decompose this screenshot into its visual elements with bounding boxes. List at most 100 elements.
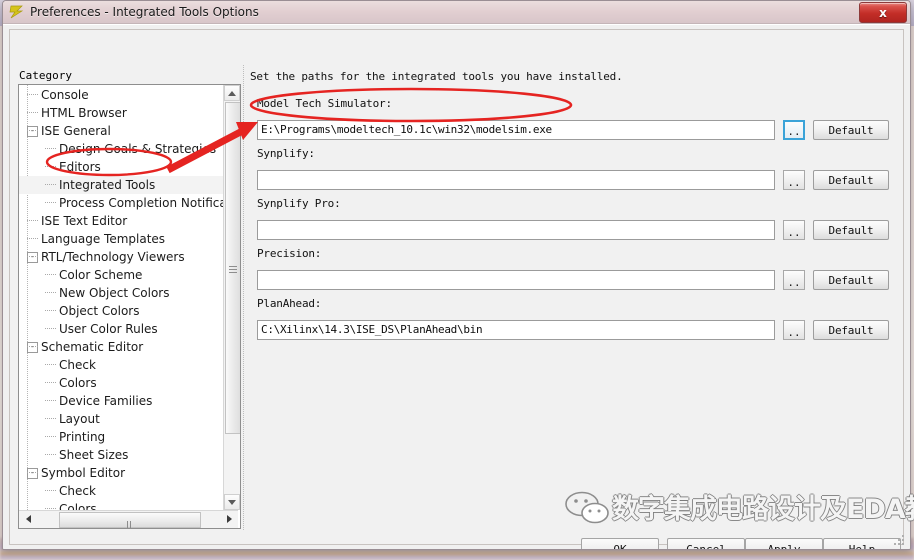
sidebar-item-colors[interactable]: Colors <box>19 500 223 510</box>
path-input-synplify-pro[interactable] <box>257 220 775 240</box>
tree-connector-icon <box>25 464 39 482</box>
sidebar-item-color-scheme[interactable]: Color Scheme <box>19 266 223 284</box>
tree-connector-icon <box>43 410 57 428</box>
lightning-bolt-icon <box>8 5 24 19</box>
scroll-up-button[interactable] <box>224 85 240 101</box>
sidebar-item-symbol-editor[interactable]: - Symbol Editor <box>19 464 223 482</box>
dialog-button-row: OK Cancel Apply Help <box>3 538 910 549</box>
default-button-synplify-pro[interactable]: Default <box>813 220 889 240</box>
tree-vertical-scrollbar[interactable] <box>223 85 240 510</box>
close-button[interactable]: x <box>859 2 907 23</box>
browse-button-precision[interactable]: .. <box>783 270 805 290</box>
sidebar-item-label: Language Templates <box>41 232 166 246</box>
tree-connector-icon <box>25 122 39 140</box>
path-input-planahead[interactable]: C:\Xilinx\14.3\ISE_DS\PlanAhead\bin <box>257 320 775 340</box>
chevron-down-icon <box>228 499 236 505</box>
sidebar-item-schematic-editor[interactable]: - Schematic Editor <box>19 338 223 356</box>
vertical-scroll-thumb[interactable] <box>225 102 240 434</box>
path-input-model-tech-simulator[interactable]: E:\Programs\modeltech_10.1c\win32\models… <box>257 120 775 140</box>
sidebar-item-console[interactable]: Console <box>19 86 223 104</box>
default-button-synplify[interactable]: Default <box>813 170 889 190</box>
sidebar-item-check[interactable]: Check <box>19 356 223 374</box>
browse-button-synplify-pro[interactable]: .. <box>783 220 805 240</box>
sidebar-item-colors[interactable]: Colors <box>19 374 223 392</box>
sidebar-item-process-completion-notification[interactable]: Process Completion Notification <box>19 194 223 212</box>
ok-button[interactable]: OK <box>581 538 659 549</box>
sidebar-item-label: Colors <box>59 502 97 510</box>
sidebar-item-label: Check <box>59 484 96 498</box>
sidebar-item-device-families[interactable]: Device Families <box>19 392 223 410</box>
tree-connector-icon <box>43 356 57 374</box>
cancel-button[interactable]: Cancel <box>667 538 745 549</box>
chevron-left-icon <box>25 515 31 523</box>
sidebar-item-label: Schematic Editor <box>41 340 144 354</box>
sidebar-item-printing[interactable]: Printing <box>19 428 223 446</box>
category-label: Category <box>19 69 72 82</box>
sidebar-item-ise-general[interactable]: - ISE General <box>19 122 223 140</box>
sidebar-item-ise-text-editor[interactable]: ISE Text Editor <box>19 212 223 230</box>
sidebar-item-user-color-rules[interactable]: User Color Rules <box>19 320 223 338</box>
default-button-precision[interactable]: Default <box>813 270 889 290</box>
sidebar-item-label: RTL/Technology Viewers <box>41 250 185 264</box>
sidebar-item-editors[interactable]: Editors <box>19 158 223 176</box>
sidebar-item-design-goals-strategies[interactable]: Design Goals & Strategies <box>19 140 223 158</box>
sidebar-item-language-templates[interactable]: Language Templates <box>19 230 223 248</box>
tree-connector-icon <box>43 284 57 302</box>
scroll-right-button[interactable] <box>221 511 237 527</box>
tree-connector-icon <box>25 86 39 104</box>
path-input-synplify[interactable] <box>257 170 775 190</box>
dialog-client-area: Category Console HTML Browser - ISE General… <box>3 24 910 549</box>
title-bar[interactable]: Preferences - Integrated Tools Options x <box>3 1 910 24</box>
tree-connector-icon <box>25 104 39 122</box>
sidebar-item-label: ISE Text Editor <box>41 214 128 228</box>
tree-connector-icon <box>43 176 57 194</box>
help-button[interactable]: Help <box>823 538 901 549</box>
tree-connector-icon <box>43 500 57 510</box>
sidebar-item-label: User Color Rules <box>59 322 158 336</box>
category-tree[interactable]: Console HTML Browser - ISE General Design Go… <box>18 84 241 529</box>
tree-connector-icon <box>43 140 57 158</box>
tree-connector-icon <box>25 212 39 230</box>
sidebar-item-label: Console <box>41 88 89 102</box>
tree-connector-icon <box>43 446 57 464</box>
sidebar-item-check[interactable]: Check <box>19 482 223 500</box>
tree-connector-icon <box>43 428 57 446</box>
sidebar-item-html-browser[interactable]: HTML Browser <box>19 104 223 122</box>
field-label-planahead: PlanAhead: <box>257 297 322 310</box>
field-label-model-tech-simulator: Model Tech Simulator: <box>257 97 392 110</box>
tree-connector-icon <box>25 248 39 266</box>
resize-grip-icon[interactable] <box>894 535 906 547</box>
sidebar-item-new-object-colors[interactable]: New Object Colors <box>19 284 223 302</box>
horizontal-scroll-thumb[interactable] <box>59 512 201 528</box>
browse-button-model-tech-simulator[interactable]: .. <box>783 120 805 140</box>
sidebar-item-layout[interactable]: Layout <box>19 410 223 428</box>
default-button-model-tech-simulator[interactable]: Default <box>813 120 889 140</box>
browse-button-synplify[interactable]: .. <box>783 170 805 190</box>
sidebar-item-label: Editors <box>59 160 101 174</box>
sidebar-item-label: New Object Colors <box>59 286 170 300</box>
tree-connector-icon <box>25 230 39 248</box>
sidebar-item-label: Design Goals & Strategies <box>59 142 217 156</box>
category-tree-viewport: Console HTML Browser - ISE General Design Go… <box>19 85 223 510</box>
sidebar-item-sheet-sizes[interactable]: Sheet Sizes <box>19 446 223 464</box>
tree-connector-icon <box>43 320 57 338</box>
default-button-planahead[interactable]: Default <box>813 320 889 340</box>
tree-horizontal-scrollbar[interactable] <box>19 510 238 528</box>
field-label-precision: Precision: <box>257 247 322 260</box>
field-label-synplify-pro: Synplify Pro: <box>257 197 341 210</box>
scroll-left-button[interactable] <box>20 511 36 527</box>
tree-connector-icon <box>43 158 57 176</box>
scroll-down-button[interactable] <box>224 494 240 510</box>
tree-connector-icon <box>43 482 57 500</box>
sidebar-item-label: Printing <box>59 430 106 444</box>
sidebar-item-rtl-technology-viewers[interactable]: - RTL/Technology Viewers <box>19 248 223 266</box>
tree-connector-icon <box>43 266 57 284</box>
field-label-synplify: Synplify: <box>257 147 315 160</box>
panel-description: Set the paths for the integrated tools y… <box>250 70 623 83</box>
path-input-precision[interactable] <box>257 270 775 290</box>
browse-button-planahead[interactable]: .. <box>783 320 805 340</box>
sidebar-item-integrated-tools[interactable]: Integrated Tools <box>19 176 223 194</box>
apply-button[interactable]: Apply <box>745 538 823 549</box>
sidebar-item-label: Layout <box>59 412 100 426</box>
sidebar-item-object-colors[interactable]: Object Colors <box>19 302 223 320</box>
